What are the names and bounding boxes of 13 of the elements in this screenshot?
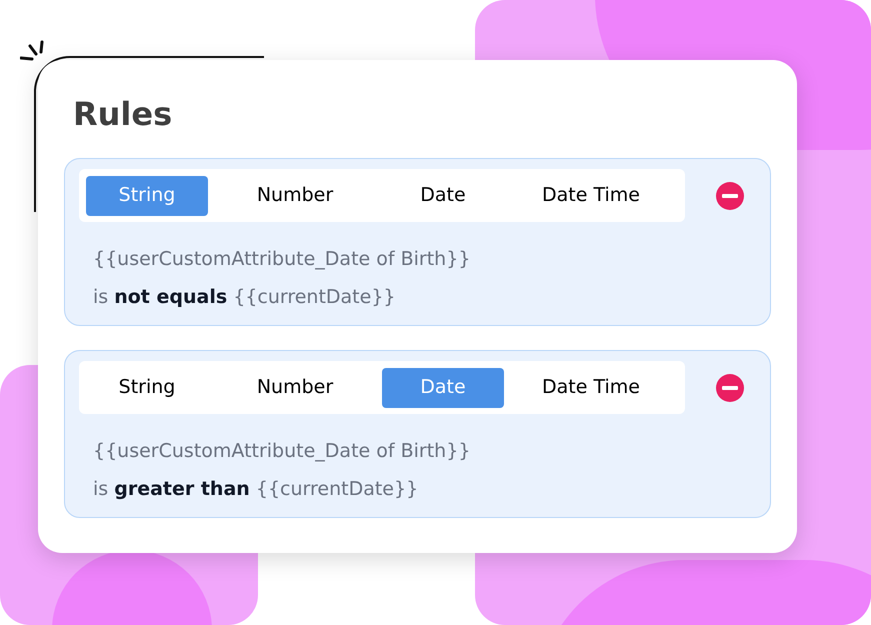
type-tab[interactable]: Date Time xyxy=(530,176,652,216)
condition-text: is not equals {{currentDate}} xyxy=(93,285,396,310)
condition-text: is greater than {{currentDate}} xyxy=(93,477,418,502)
type-tab[interactable]: Date xyxy=(382,176,504,216)
type-tab[interactable]: Number xyxy=(234,176,356,216)
card-title: Rules xyxy=(73,94,172,135)
type-tab[interactable]: String xyxy=(86,368,208,408)
attribute-text: {{userCustomAttribute_Date of Birth}} xyxy=(93,439,470,464)
type-tab[interactable]: Number xyxy=(234,368,356,408)
attribute-text: {{userCustomAttribute_Date of Birth}} xyxy=(93,247,470,272)
type-tab[interactable]: Date Time xyxy=(530,368,652,408)
remove-icon[interactable] xyxy=(716,374,744,402)
remove-icon[interactable] xyxy=(716,182,744,210)
